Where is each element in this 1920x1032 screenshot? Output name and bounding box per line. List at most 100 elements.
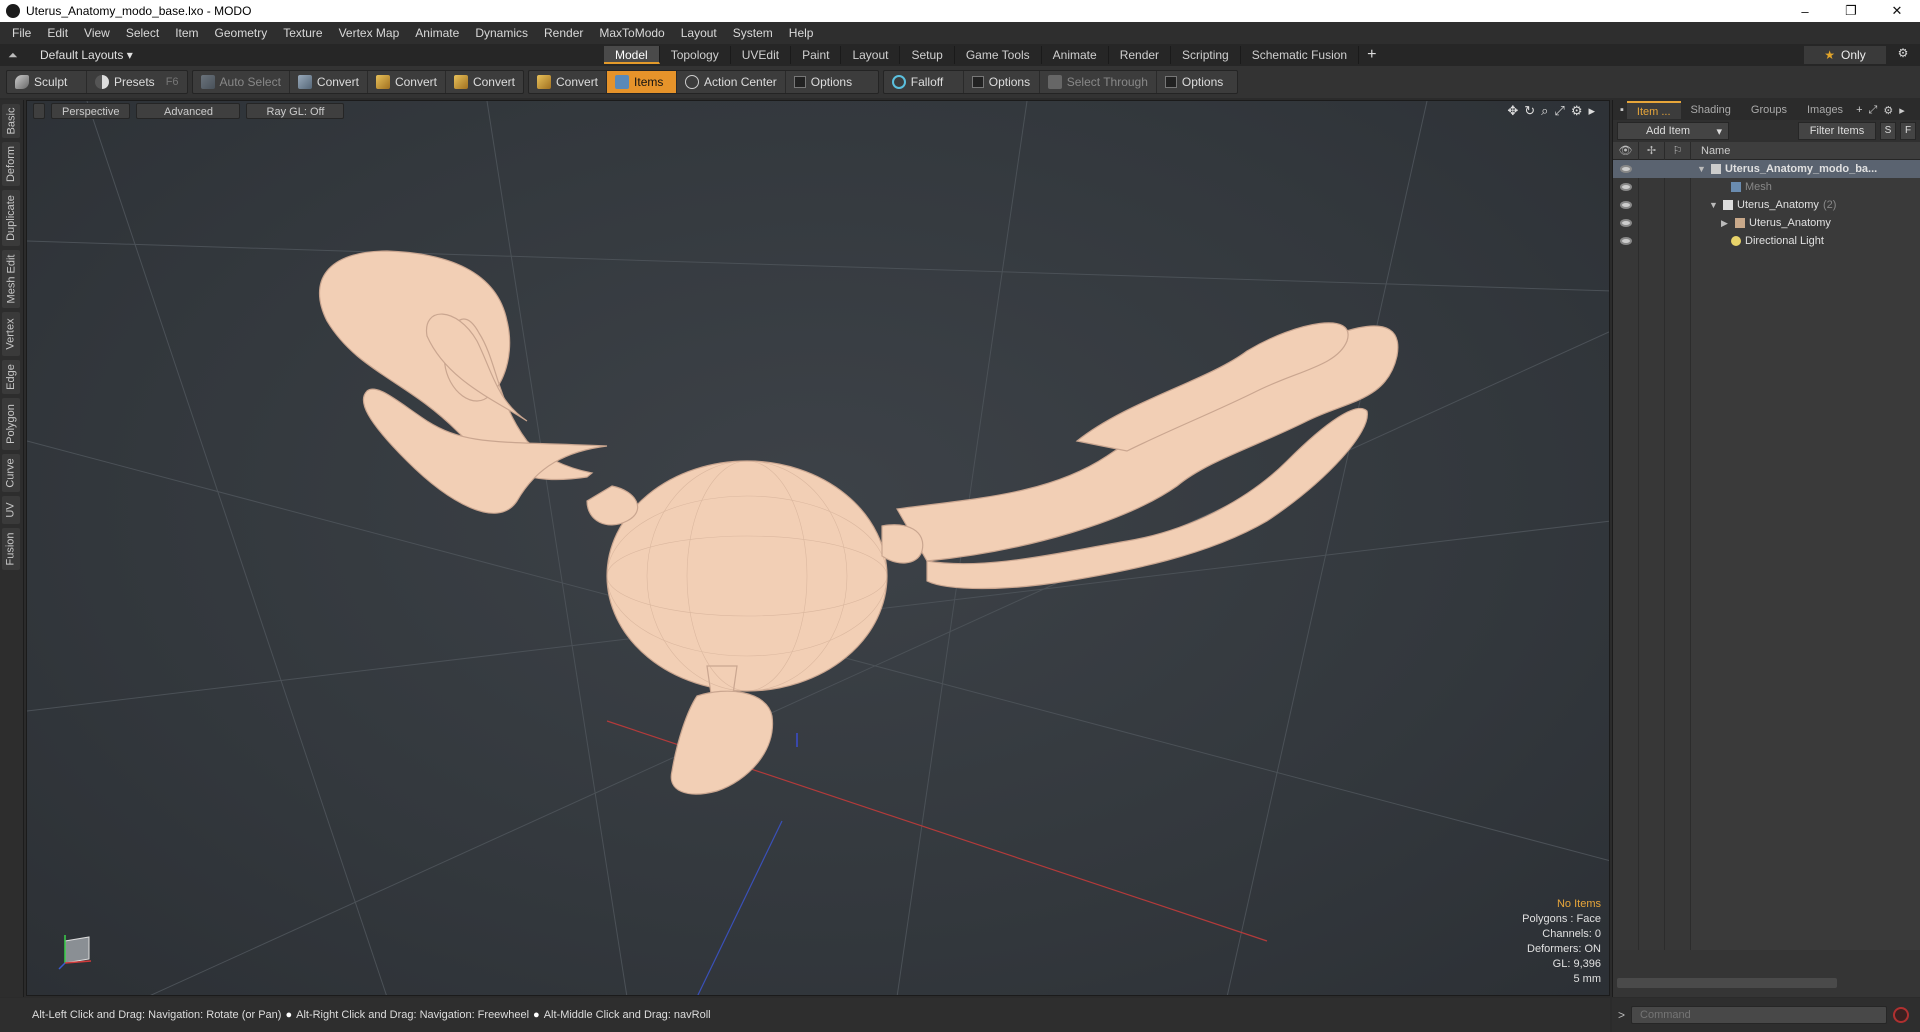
- left-tab-polygon[interactable]: Polygon: [2, 398, 20, 450]
- s-toggle-button[interactable]: S: [1880, 122, 1896, 140]
- tab-paint[interactable]: Paint: [791, 46, 842, 64]
- collapse-icon[interactable]: ⏶: [8, 48, 22, 63]
- shading-dropdown[interactable]: Advanced: [136, 103, 241, 119]
- expand-triangle-icon[interactable]: ▼: [1697, 164, 1707, 174]
- menu-maxtomodo[interactable]: MaxToModo: [591, 26, 672, 40]
- tab-render[interactable]: Render: [1109, 46, 1172, 64]
- convert-materials-button[interactable]: Convert: [529, 71, 608, 93]
- fit-view-icon[interactable]: ⤢: [1554, 103, 1564, 119]
- action-center-button[interactable]: Action Center: [677, 71, 786, 93]
- menu-system[interactable]: System: [725, 26, 781, 40]
- raygl-toggle[interactable]: Ray GL: Off: [246, 103, 345, 119]
- tab-groups[interactable]: Groups: [1741, 101, 1797, 119]
- tab-setup[interactable]: Setup: [900, 46, 955, 64]
- tab-game-tools[interactable]: Game Tools: [955, 46, 1042, 64]
- select-through-options-button[interactable]: Options: [1157, 71, 1237, 93]
- name-column-header[interactable]: Name: [1691, 145, 1730, 157]
- menu-help[interactable]: Help: [781, 26, 822, 40]
- menu-texture[interactable]: Texture: [275, 26, 330, 40]
- presets-button[interactable]: Presets F6: [87, 71, 187, 93]
- rotate-icon[interactable]: ↻: [1524, 103, 1535, 119]
- menu-view[interactable]: View: [76, 26, 118, 40]
- record-icon[interactable]: [1893, 1007, 1910, 1023]
- layout-selector[interactable]: ⏶ Default Layouts ▾: [0, 48, 133, 63]
- tree-row-light[interactable]: Directional Light: [1613, 232, 1920, 250]
- tree-row-scene[interactable]: ▼ Uterus_Anatomy_modo_ba...: [1613, 160, 1920, 178]
- ref-column-icon[interactable]: ⚐: [1665, 141, 1691, 160]
- filter-items-button[interactable]: Filter Items: [1798, 122, 1876, 140]
- sculpt-button[interactable]: Sculpt: [7, 71, 87, 93]
- panel-arrow-icon[interactable]: ▸: [1896, 104, 1908, 117]
- minimize-button[interactable]: –: [1782, 0, 1828, 22]
- menu-layout[interactable]: Layout: [673, 26, 725, 40]
- tab-images[interactable]: Images: [1797, 101, 1853, 119]
- left-tab-duplicate[interactable]: Duplicate: [2, 190, 20, 246]
- horizontal-scrollbar[interactable]: [1617, 978, 1837, 988]
- falloff-button[interactable]: Falloff: [884, 71, 964, 93]
- action-center-options-button[interactable]: Options: [786, 71, 878, 93]
- zoom-icon[interactable]: ⌕: [1541, 103, 1548, 119]
- eye-icon[interactable]: [1620, 237, 1632, 245]
- eye-icon[interactable]: [1620, 183, 1632, 191]
- eye-icon[interactable]: [1620, 219, 1632, 227]
- viewport-menu-icon[interactable]: [33, 103, 45, 119]
- tab-layout[interactable]: Layout: [841, 46, 901, 64]
- panel-gear-icon[interactable]: ⚙: [1880, 104, 1896, 117]
- viewport-gear-icon[interactable]: ⚙: [1571, 103, 1583, 119]
- expand-triangle-icon[interactable]: ▶: [1721, 218, 1731, 229]
- menu-edit[interactable]: Edit: [39, 26, 76, 40]
- tab-schematic-fusion[interactable]: Schematic Fusion: [1241, 46, 1360, 64]
- menu-render[interactable]: Render: [536, 26, 591, 40]
- menu-geometry[interactable]: Geometry: [207, 26, 276, 40]
- select-through-button[interactable]: Select Through: [1040, 71, 1157, 93]
- falloff-options-button[interactable]: Options: [964, 71, 1040, 93]
- tree-row-mesh[interactable]: Mesh: [1613, 178, 1920, 196]
- maximize-button[interactable]: ❐: [1828, 0, 1874, 22]
- tab-model[interactable]: Model: [604, 46, 660, 64]
- gear-icon[interactable]: ⚙: [1894, 46, 1912, 64]
- expand-panel-icon[interactable]: ⤢: [1866, 104, 1881, 117]
- add-tab-icon[interactable]: +: [1359, 46, 1384, 64]
- left-tab-uv[interactable]: UV: [2, 496, 20, 524]
- tab-animate[interactable]: Animate: [1042, 46, 1109, 64]
- add-panel-tab-icon[interactable]: +: [1853, 104, 1865, 116]
- left-tab-edge[interactable]: Edge: [2, 360, 20, 394]
- left-tab-curve[interactable]: Curve: [2, 454, 20, 492]
- convert-edges-button[interactable]: Convert: [368, 71, 446, 93]
- auto-select-button[interactable]: Auto Select: [193, 71, 290, 93]
- menu-select[interactable]: Select: [118, 26, 167, 40]
- add-item-button[interactable]: Add Item ▾: [1617, 122, 1729, 140]
- tab-scripting[interactable]: Scripting: [1171, 46, 1241, 64]
- menu-vertex-map[interactable]: Vertex Map: [331, 26, 408, 40]
- menu-file[interactable]: File: [4, 26, 39, 40]
- tab-shading[interactable]: Shading: [1681, 101, 1741, 119]
- menu-item[interactable]: Item: [167, 26, 206, 40]
- left-tab-fusion[interactable]: Fusion: [2, 528, 20, 570]
- close-button[interactable]: ✕: [1874, 0, 1920, 22]
- left-tab-vertex[interactable]: Vertex: [2, 312, 20, 356]
- menu-animate[interactable]: Animate: [407, 26, 467, 40]
- convert-polygons-button[interactable]: Convert: [446, 71, 523, 93]
- tree-row-locator[interactable]: ▶ Uterus_Anatomy: [1613, 214, 1920, 232]
- eye-icon[interactable]: [1620, 165, 1632, 173]
- tab-topology[interactable]: Topology: [660, 46, 731, 64]
- f-toggle-button[interactable]: F: [1900, 122, 1916, 140]
- projection-dropdown[interactable]: Perspective: [51, 103, 131, 119]
- visibility-column-eye-icon[interactable]: 👁: [1613, 141, 1639, 160]
- left-tab-basic[interactable]: Basic: [2, 104, 20, 138]
- only-button[interactable]: ★ Only: [1804, 46, 1886, 64]
- menu-dynamics[interactable]: Dynamics: [467, 26, 536, 40]
- left-tab-mesh-edit[interactable]: Mesh Edit: [2, 250, 20, 308]
- tree-row-group[interactable]: ▼ Uterus_Anatomy (2): [1613, 196, 1920, 214]
- eye-icon[interactable]: [1620, 201, 1632, 209]
- tab-item-list[interactable]: Item ...: [1626, 101, 1681, 119]
- expand-triangle-icon[interactable]: ▼: [1709, 200, 1719, 210]
- 3d-viewport[interactable]: Perspective Advanced Ray GL: Off ✥ ↻ ⌕ ⤢…: [26, 100, 1610, 996]
- convert-vertices-button[interactable]: Convert: [290, 71, 368, 93]
- items-mode-button[interactable]: Items: [607, 71, 678, 93]
- left-tab-deform[interactable]: Deform: [2, 142, 20, 186]
- tab-uvedit[interactable]: UVEdit: [731, 46, 792, 64]
- command-input[interactable]: [1631, 1006, 1888, 1024]
- expand-arrow-icon[interactable]: ▸: [1588, 103, 1595, 119]
- panel-menu-icon[interactable]: ▪: [1617, 104, 1627, 116]
